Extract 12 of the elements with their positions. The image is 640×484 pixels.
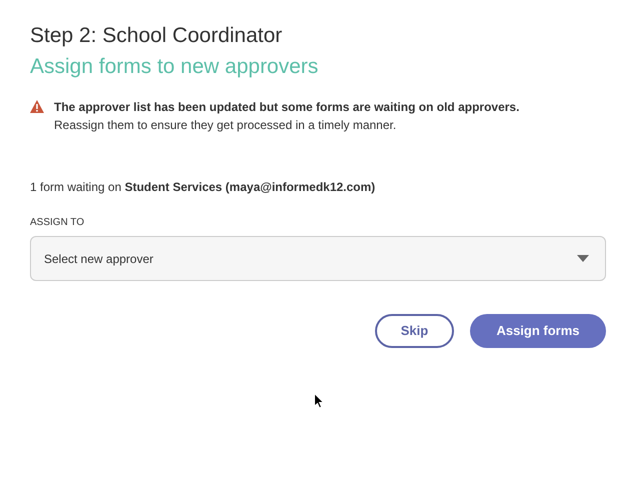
mouse-pointer-icon (314, 393, 324, 409)
warning-icon (30, 100, 44, 113)
warning-headline: The approver list has been updated but some forms are waiting on old approvers. (54, 99, 520, 116)
warning-detail: Reassign them to ensure they get processed in a timely manner. (54, 117, 398, 134)
approver-select[interactable]: Select new approver (30, 236, 606, 281)
assign-forms-button[interactable]: Assign forms (470, 314, 606, 348)
waiting-note: 1 form waiting on Student Services (maya@informedk12.com) (30, 179, 376, 196)
dropdown-caret-icon (577, 255, 589, 262)
dialog-subtitle: Assign forms to new approvers (30, 54, 320, 80)
field-label: ASSIGN TO (30, 216, 86, 230)
skip-button[interactable]: Skip (375, 314, 454, 348)
dialog-title: Step 2: School Coordinator (30, 23, 284, 49)
